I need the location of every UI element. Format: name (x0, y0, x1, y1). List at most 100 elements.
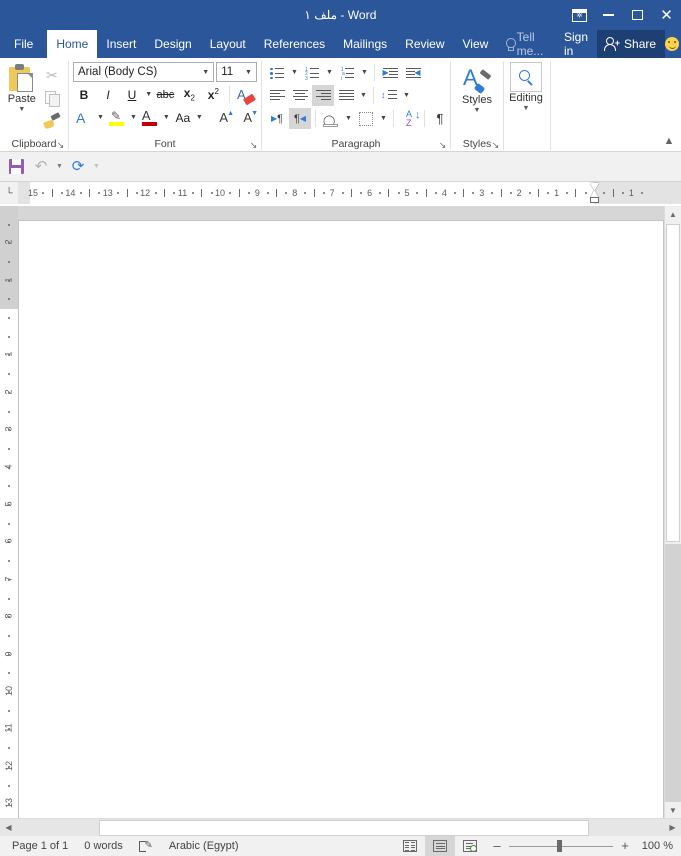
horizontal-scrollbar[interactable]: ◀ ▶ (0, 818, 681, 836)
zoom-slider[interactable] (509, 836, 613, 856)
undo-button[interactable]: ↶ (29, 155, 53, 179)
close-button[interactable]: ✕ (652, 0, 681, 30)
maximize-button[interactable] (623, 0, 652, 30)
horizontal-ruler-strip[interactable]: 1 2 3 4 5 6 7 8 9 10 11 12 13 14 15 1 (18, 182, 681, 204)
tab-layout[interactable]: Layout (201, 30, 255, 58)
rtl-text-direction-button[interactable]: ¶ ◀ (289, 108, 311, 129)
subscript-button[interactable]: x2 (178, 84, 200, 105)
web-layout-button[interactable] (455, 836, 485, 856)
redo-button[interactable]: ⟳ (66, 155, 90, 179)
zoom-out-button[interactable]: – (491, 839, 503, 852)
text-highlight-dropdown-icon[interactable]: ▼ (130, 107, 137, 128)
paragraph-dialog-launcher[interactable]: ↘ (437, 140, 448, 151)
font-color-button[interactable]: A (139, 107, 161, 128)
underline-button[interactable]: U (121, 84, 143, 105)
numbering-button[interactable]: 1 2 3 (301, 62, 323, 83)
tab-file[interactable]: File (0, 30, 48, 58)
zoom-in-button[interactable]: + (619, 839, 631, 852)
format-painter-button[interactable] (41, 110, 63, 131)
tab-review[interactable]: Review (396, 30, 453, 58)
proofing-status[interactable]: ✎ (131, 836, 161, 856)
vertical-scroll-track[interactable] (665, 544, 681, 802)
show-formatting-marks-button[interactable]: ¶ (429, 108, 451, 129)
cut-button[interactable]: ✂ (41, 64, 63, 85)
editing-button[interactable]: Editing ▼ (508, 62, 544, 136)
scroll-up-button[interactable]: ▲ (665, 206, 681, 222)
font-size-dropdown-icon[interactable]: ▼ (241, 69, 256, 76)
decrease-indent-button[interactable]: ▶ (379, 62, 401, 83)
styles-button[interactable]: A Styles ▼ (455, 62, 499, 136)
feedback-button[interactable] (665, 30, 681, 58)
share-button[interactable]: + Share (597, 30, 666, 58)
horizontal-scroll-track[interactable] (17, 819, 664, 837)
tab-stop-selector[interactable]: └ (0, 182, 18, 204)
read-mode-button[interactable] (395, 836, 425, 856)
text-highlight-button[interactable]: ✎ (106, 107, 128, 128)
left-indent-marker[interactable] (589, 197, 599, 203)
scroll-left-button[interactable]: ◀ (0, 819, 17, 837)
bullets-dropdown-icon[interactable]: ▼ (289, 62, 300, 83)
styles-dropdown-icon[interactable]: ▼ (474, 107, 481, 114)
increase-indent-button[interactable]: ◀ (402, 62, 424, 83)
font-size-input[interactable]: 11 ▼ (216, 62, 257, 82)
tab-design[interactable]: Design (145, 30, 200, 58)
clipboard-dialog-launcher[interactable]: ↘ (55, 140, 66, 151)
sort-button[interactable]: A Z ↓ (398, 108, 421, 129)
customize-quick-access-toolbar-icon[interactable]: ▼ (91, 155, 102, 179)
strikethrough-button[interactable]: abc (154, 84, 176, 105)
multilevel-list-dropdown-icon[interactable]: ▼ (359, 62, 370, 83)
zoom-level-label[interactable]: 100 % (637, 840, 677, 852)
tab-references[interactable]: References (255, 30, 334, 58)
alignment-dropdown-icon[interactable]: ▼ (358, 85, 369, 106)
tell-me-search[interactable]: Tell me... (497, 30, 555, 58)
multilevel-list-button[interactable]: 1 a i (336, 62, 358, 83)
borders-dropdown-icon[interactable]: ▼ (378, 108, 389, 129)
font-name-input[interactable]: Arial (Body CS) ▼ (73, 62, 215, 82)
line-spacing-button[interactable]: ↕ (378, 85, 400, 106)
vertical-scrollbar[interactable]: ▲ ▼ (664, 206, 681, 818)
text-effects-dropdown-icon[interactable]: ▼ (97, 107, 104, 128)
collapse-ribbon-button[interactable]: ▲ (661, 133, 677, 149)
document-page[interactable] (18, 220, 664, 818)
ribbon-display-options-button[interactable] (565, 0, 594, 30)
grow-font-button[interactable]: A ▲ (213, 107, 235, 128)
scroll-right-button[interactable]: ▶ (664, 819, 681, 837)
align-right-button[interactable] (312, 85, 334, 106)
copy-button[interactable] (41, 87, 63, 108)
horizontal-scroll-thumb[interactable] (99, 819, 589, 836)
ltr-text-direction-button[interactable]: ▶ ¶ (266, 108, 288, 129)
editing-dropdown-icon[interactable]: ▼ (523, 105, 530, 112)
tab-home[interactable]: Home (47, 30, 98, 58)
print-layout-button[interactable] (425, 836, 455, 856)
change-case-dropdown-icon[interactable]: ▼ (196, 107, 203, 128)
undo-dropdown-icon[interactable]: ▼ (54, 155, 65, 179)
underline-dropdown-icon[interactable]: ▼ (145, 84, 152, 105)
tab-insert[interactable]: Insert (97, 30, 145, 58)
tab-view[interactable]: View (454, 30, 498, 58)
word-count[interactable]: 0 words (76, 836, 131, 856)
shading-button[interactable]: ◯ (320, 108, 342, 129)
change-case-button[interactable]: Aa (172, 107, 194, 128)
font-color-dropdown-icon[interactable]: ▼ (163, 107, 170, 128)
tab-mailings[interactable]: Mailings (334, 30, 396, 58)
bold-button[interactable]: B (73, 84, 95, 105)
align-left-button[interactable] (266, 85, 288, 106)
align-center-button[interactable] (289, 85, 311, 106)
shrink-font-button[interactable]: A ▼ (237, 107, 259, 128)
font-name-dropdown-icon[interactable]: ▼ (198, 69, 213, 76)
styles-dialog-launcher[interactable]: ↘ (490, 140, 501, 151)
page-indicator[interactable]: Page 1 of 1 (4, 836, 76, 856)
font-dialog-launcher[interactable]: ↘ (248, 140, 259, 151)
scroll-down-button[interactable]: ▼ (665, 802, 681, 818)
vertical-ruler[interactable]: 2112345678910111213 (0, 206, 18, 818)
save-button[interactable] (4, 155, 28, 179)
paste-dropdown-icon[interactable]: ▼ (18, 106, 25, 113)
zoom-slider-thumb[interactable] (557, 840, 562, 852)
justify-button[interactable] (335, 85, 357, 106)
numbering-dropdown-icon[interactable]: ▼ (324, 62, 335, 83)
borders-button[interactable] (355, 108, 377, 129)
horizontal-ruler[interactable]: └ 1 2 3 4 5 6 7 8 9 10 11 12 13 14 15 1 (0, 182, 681, 204)
language-indicator[interactable]: Arabic (Egypt) (161, 836, 247, 856)
superscript-button[interactable]: x2 (202, 84, 224, 105)
first-line-indent-marker[interactable] (589, 183, 599, 190)
